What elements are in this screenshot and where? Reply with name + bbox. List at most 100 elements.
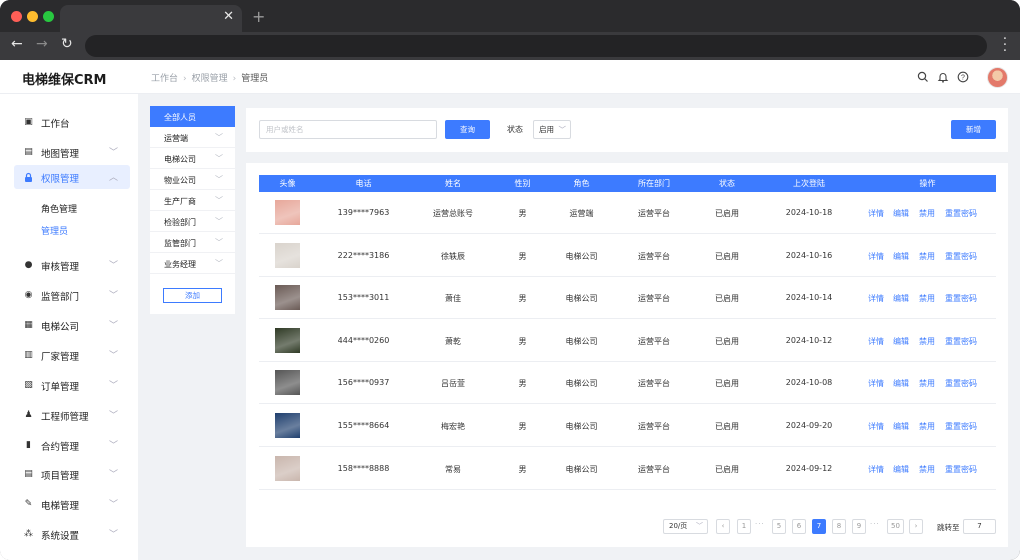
reset-password-link[interactable]: 重置密码 xyxy=(945,464,977,475)
sidebar-item-map[interactable]: ▤ 地图管理 ﹀ xyxy=(14,140,130,164)
sidebar-item-review[interactable]: ● 审核管理 ﹀ xyxy=(14,253,130,277)
status-select[interactable]: 启用 ﹀ xyxy=(533,120,571,139)
edit-link[interactable]: 编辑 xyxy=(893,421,909,432)
row-avatar xyxy=(275,455,300,481)
reset-password-link[interactable]: 重置密码 xyxy=(945,293,977,304)
breadcrumb-item[interactable]: 工作台 xyxy=(151,74,178,84)
dept-item-all[interactable]: 全部人员 xyxy=(150,106,235,127)
sidebar-item-settings[interactable]: ⁂ 系统设置 ﹀ xyxy=(14,522,130,546)
sidebar-item-elevator-company[interactable]: ▦ 电梯公司 ﹀ xyxy=(14,313,130,337)
sidebar-subitem-roles[interactable]: 角色管理 xyxy=(41,202,77,215)
sidebar-item-label: 合约管理 xyxy=(41,442,80,453)
sidebar-item-manufacturer[interactable]: ▥ 厂家管理 ﹀ xyxy=(14,343,130,367)
ellipsis-icon[interactable]: ··· xyxy=(870,520,880,528)
reset-password-link[interactable]: 重置密码 xyxy=(945,251,977,262)
edit-link[interactable]: 编辑 xyxy=(893,336,909,347)
jump-page-input[interactable]: 7 xyxy=(963,519,996,534)
close-window-dot[interactable] xyxy=(11,11,22,22)
sidebar-item-dashboard[interactable]: ▣ 工作台 xyxy=(14,110,130,134)
disable-link[interactable]: 禁用 xyxy=(919,336,935,347)
disable-link[interactable]: 禁用 xyxy=(919,421,935,432)
forward-arrow-icon[interactable]: → xyxy=(36,36,48,52)
reset-password-link[interactable]: 重置密码 xyxy=(945,336,977,347)
details-link[interactable]: 详情 xyxy=(868,251,884,262)
dept-item[interactable]: 电梯公司 ﹀ xyxy=(150,148,235,169)
row-avatar xyxy=(275,285,300,311)
edit-link[interactable]: 编辑 xyxy=(893,293,909,304)
sidebar-item-label: 地图管理 xyxy=(41,149,80,160)
reset-password-link[interactable]: 重置密码 xyxy=(945,378,977,389)
maximize-window-dot[interactable] xyxy=(43,11,54,22)
column-header: 操作 xyxy=(919,179,936,188)
address-bar[interactable] xyxy=(85,35,987,57)
bell-icon[interactable] xyxy=(937,71,949,83)
disable-link[interactable]: 禁用 xyxy=(919,293,935,304)
query-button[interactable]: 查询 xyxy=(445,120,490,139)
page-size-select[interactable]: 20/页 ﹀ xyxy=(663,519,708,534)
page-button[interactable]: 5 xyxy=(772,519,786,534)
dept-item[interactable]: 运营端 ﹀ xyxy=(150,127,235,148)
user-avatar[interactable] xyxy=(987,67,1008,88)
page-button[interactable]: 1 xyxy=(737,519,751,534)
details-link[interactable]: 详情 xyxy=(868,293,884,304)
back-arrow-icon[interactable]: ← xyxy=(11,36,23,52)
page-button[interactable]: 9 xyxy=(852,519,866,534)
close-icon[interactable]: ✕ xyxy=(223,9,234,24)
page-button[interactable]: 6 xyxy=(792,519,806,534)
add-new-button[interactable]: 新增 xyxy=(951,120,996,139)
dept-label: 运营端 xyxy=(164,134,188,143)
dept-item[interactable]: 检验部门 ﹀ xyxy=(150,211,235,232)
edit-link[interactable]: 编辑 xyxy=(893,251,909,262)
sidebar-item-projects[interactable]: ▤ 项目管理 ﹀ xyxy=(14,462,130,486)
disable-link[interactable]: 禁用 xyxy=(919,464,935,475)
new-tab-plus-icon[interactable]: + xyxy=(252,7,265,26)
dept-item[interactable]: 业务经理 ﹀ xyxy=(150,253,235,274)
dept-item[interactable]: 物业公司 ﹀ xyxy=(150,169,235,190)
details-link[interactable]: 详情 xyxy=(868,421,884,432)
sidebar-item-elevators[interactable]: ✎ 电梯管理 ﹀ xyxy=(14,492,130,516)
dept-item[interactable]: 生产厂商 ﹀ xyxy=(150,190,235,211)
search-input[interactable]: 用户或姓名 xyxy=(259,120,437,139)
details-link[interactable]: 详情 xyxy=(868,464,884,475)
chevron-down-icon: ﹀ xyxy=(215,217,223,226)
sidebar-item-contracts[interactable]: ▮ 合约管理 ﹀ xyxy=(14,433,130,457)
disable-link[interactable]: 禁用 xyxy=(919,208,935,219)
browser-tab[interactable]: ✕ xyxy=(60,5,242,32)
details-link[interactable]: 详情 xyxy=(868,208,884,219)
add-department-button[interactable]: 添加 xyxy=(163,288,222,303)
disable-link[interactable]: 禁用 xyxy=(919,378,935,389)
edit-link[interactable]: 编辑 xyxy=(893,208,909,219)
reload-icon[interactable]: ↻ xyxy=(61,36,73,52)
lock-icon xyxy=(23,172,34,183)
minimize-window-dot[interactable] xyxy=(27,11,38,22)
sidebar-item-orders[interactable]: ▧ 订单管理 ﹀ xyxy=(14,373,130,397)
disable-link[interactable]: 禁用 xyxy=(919,251,935,262)
sidebar-item-engineers[interactable]: ♟ 工程师管理 ﹀ xyxy=(14,403,130,427)
page-button[interactable]: 50 xyxy=(887,519,904,534)
sidebar-subitem-admins[interactable]: 管理员 xyxy=(41,224,68,237)
sidebar-item-label: 厂家管理 xyxy=(41,352,80,363)
prev-page-button[interactable]: ‹ xyxy=(716,519,730,534)
table-row: 156****0937 吕岳萱 男 电梯公司 运营平台 已启用 2024-10-08 详情 编辑… xyxy=(259,362,996,405)
next-page-button[interactable]: › xyxy=(909,519,923,534)
cell-role: 运营端 xyxy=(569,209,594,218)
cell-name: 吕岳萱 xyxy=(441,379,465,389)
page-button-current[interactable]: 7 xyxy=(812,519,826,534)
edit-link[interactable]: 编辑 xyxy=(893,464,909,475)
details-link[interactable]: 详情 xyxy=(868,378,884,389)
edit-link[interactable]: 编辑 xyxy=(893,378,909,389)
help-icon[interactable]: ? xyxy=(957,71,969,83)
cell-gender: 男 xyxy=(518,294,527,304)
breadcrumb-item[interactable]: 权限管理 xyxy=(192,74,228,84)
browser-menu-icon[interactable]: · · · xyxy=(1003,33,1007,58)
dept-item[interactable]: 监管部门 ﹀ xyxy=(150,232,235,253)
details-link[interactable]: 详情 xyxy=(868,336,884,347)
search-icon[interactable] xyxy=(917,71,929,83)
reset-password-link[interactable]: 重置密码 xyxy=(945,208,977,219)
sidebar-item-regulator[interactable]: ◉ 监管部门 ﹀ xyxy=(14,283,130,307)
sidebar-item-permissions[interactable]: 权限管理 ︿ xyxy=(14,165,130,189)
dept-label: 电梯公司 xyxy=(164,155,196,164)
ellipsis-icon[interactable]: ··· xyxy=(755,520,765,528)
page-button[interactable]: 8 xyxy=(832,519,846,534)
reset-password-link[interactable]: 重置密码 xyxy=(945,421,977,432)
